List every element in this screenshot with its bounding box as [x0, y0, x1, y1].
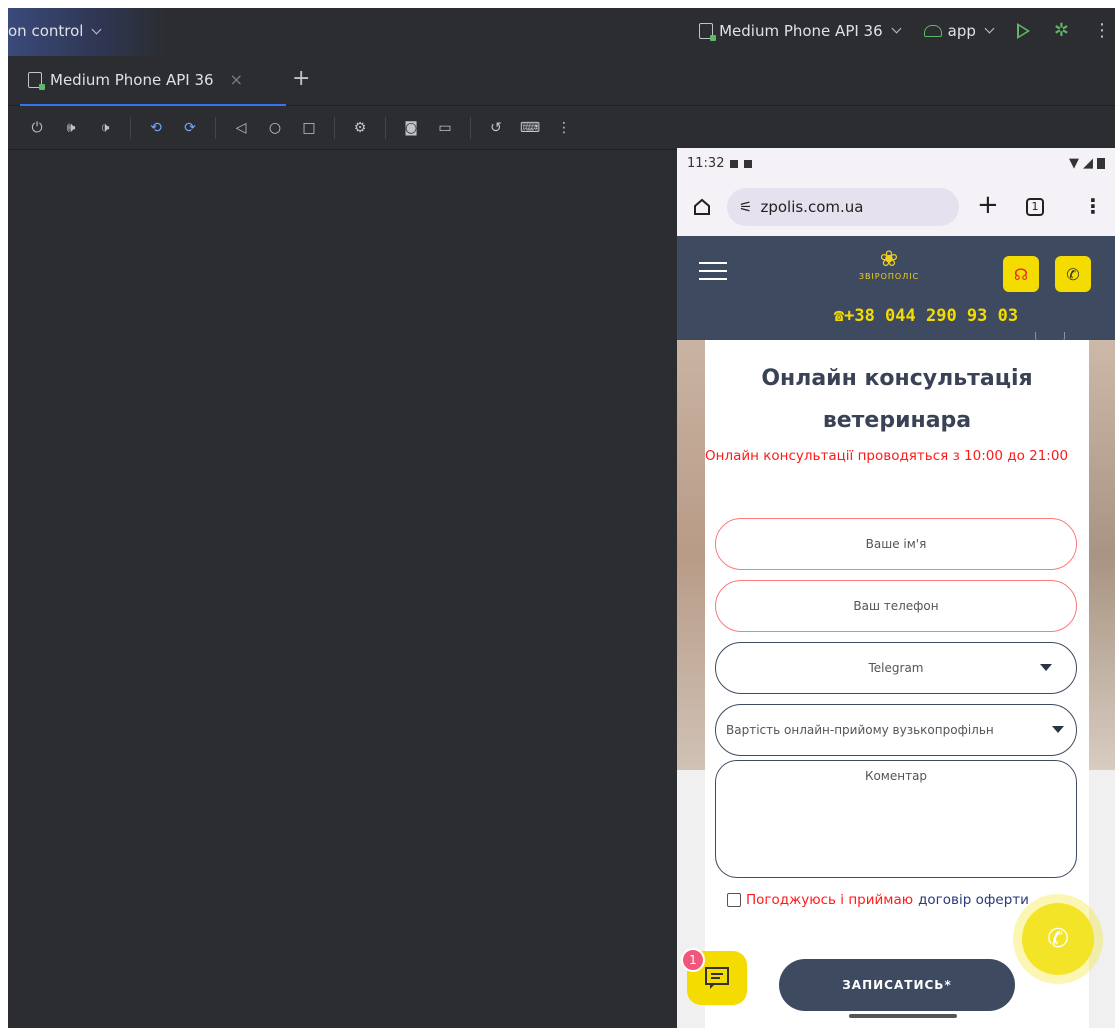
form-hours-note: Онлайн консультації проводяться з 10:00 …	[705, 448, 1069, 464]
version-control-menu[interactable]: on control	[8, 22, 102, 40]
name-input[interactable]: Ваше ім'я	[715, 518, 1077, 570]
name-placeholder: Ваше ім'я	[865, 537, 927, 551]
status-time: 11:32	[687, 156, 725, 171]
add-tab-button[interactable]: +	[292, 66, 310, 91]
home-icon[interactable]	[693, 198, 711, 216]
notification-icon	[744, 159, 753, 168]
phone-placeholder: Ваш телефон	[853, 599, 939, 613]
device-selector-label: Medium Phone API 36	[719, 21, 883, 40]
comment-textarea[interactable]: Коментар	[715, 760, 1077, 878]
chat-icon	[705, 967, 729, 989]
site-phone-number[interactable]: ☎+38 044 290 93 03	[677, 306, 1115, 326]
device-selector[interactable]: Medium Phone API 36	[699, 21, 902, 41]
toolbar-divider	[385, 116, 386, 139]
android-app-icon	[923, 24, 942, 37]
browser-toolbar: ⚟ zpolis.com.ua + 1 ⋮	[677, 180, 1115, 236]
device-settings-icon[interactable]: ⚙	[351, 119, 369, 137]
messenger-value: Telegram	[868, 661, 924, 675]
messenger-select[interactable]: Telegram	[715, 642, 1077, 694]
chevron-down-icon	[984, 23, 995, 34]
ide-titlebar: on control Medium Phone API 36 app ✲ ⋮	[8, 8, 1115, 56]
agreement-row: Погоджуюсь і приймаю договір оферти	[727, 892, 1029, 908]
emulator-toolbar: ⏻ 🕪 🕩 ⟲ ⟳ ◁ ○ □ ⚙ ◙ ▭ ↺ ⌨ ⋮	[8, 106, 1115, 150]
phone-icon: ✆	[1066, 264, 1080, 284]
volume-down-icon[interactable]: 🕩	[96, 119, 114, 137]
phone-icon: ✆	[1047, 924, 1069, 954]
offer-contract-link[interactable]: договір оферти	[918, 892, 1029, 908]
form-title: Онлайн консультація ветеринара	[705, 358, 1089, 442]
back-icon[interactable]: ◁	[232, 119, 250, 137]
call-header-button[interactable]: ✆	[1055, 256, 1091, 292]
service-select[interactable]: Вартість онлайн-прийому вузькопрофільн	[715, 704, 1077, 756]
keyboard-icon[interactable]: ⌨	[520, 119, 540, 137]
site-header: ❀ ЗВІРОПОЛІС ☊ ✆ ☎+38 044 290 93 03	[677, 236, 1115, 342]
screenrecord-icon[interactable]: ▭	[436, 119, 454, 137]
tab-label: Medium Phone API 36	[50, 70, 214, 89]
phone-input[interactable]: Ваш телефон	[715, 580, 1077, 632]
run-icon[interactable]	[1016, 22, 1030, 39]
home-icon[interactable]: ○	[266, 119, 284, 137]
paw-logo-icon: ❀	[879, 247, 899, 272]
more-icon[interactable]: ⋮	[555, 119, 573, 137]
close-icon[interactable]: ×	[230, 70, 243, 89]
background-right-lower	[1089, 770, 1115, 1028]
service-value: Вартість онлайн-прийому вузькопрофільн	[726, 723, 994, 737]
agree-checkbox[interactable]	[727, 893, 741, 907]
new-tab-button[interactable]: +	[977, 192, 999, 218]
toolbar-divider	[130, 116, 131, 139]
run-config-label: app	[947, 21, 976, 40]
site-settings-icon[interactable]: ⚟	[739, 198, 752, 216]
headset-icon: ☊	[1013, 264, 1029, 284]
power-icon[interactable]: ⏻	[28, 119, 46, 137]
debug-icon[interactable]: ✲	[1054, 20, 1069, 41]
chevron-down-icon	[891, 23, 902, 34]
dropdown-caret-icon	[1052, 726, 1064, 733]
browser-menu-icon[interactable]: ⋮	[1083, 194, 1103, 218]
dropdown-caret-icon	[1040, 664, 1052, 671]
address-bar[interactable]: ⚟ zpolis.com.ua	[727, 188, 959, 226]
android-status-bar: 11:32 ▼ ◢	[677, 148, 1115, 180]
battery-icon	[1097, 158, 1105, 169]
hamburger-menu-icon[interactable]	[699, 262, 727, 280]
version-control-label: on control	[8, 22, 84, 40]
floating-call-button[interactable]: ✆	[1022, 903, 1094, 975]
tab-switcher-button[interactable]: 1	[1026, 198, 1044, 216]
toolbar-divider	[470, 116, 471, 139]
device-screen[interactable]: 11:32 ▼ ◢ ⚟ zpolis.com.ua + 1 ⋮ ❀ ЗВІРОП…	[677, 148, 1115, 1028]
chat-unread-badge: 1	[681, 948, 705, 972]
emulator-tabbar: Medium Phone API 36 × +	[8, 56, 1115, 107]
more-icon[interactable]: ⋮	[1093, 20, 1111, 41]
emulator-window: on control Medium Phone API 36 app ✲ ⋮ M…	[8, 8, 1115, 1028]
submit-button[interactable]: ЗАПИСАТИСЬ*	[779, 959, 1015, 1011]
site-logo-text: ЗВІРОПОЛІС	[858, 272, 920, 281]
run-config-selector[interactable]: app	[923, 21, 995, 40]
support-button[interactable]: ☊	[1003, 256, 1039, 292]
tab-medium-phone[interactable]: Medium Phone API 36 ×	[28, 70, 243, 90]
snapshot-icon[interactable]: ↺	[487, 119, 505, 137]
signal-icon: ◢	[1083, 156, 1093, 171]
volume-up-icon[interactable]: 🕪	[62, 119, 80, 137]
form-title-text: Онлайн консультація ветеринара	[761, 366, 1033, 433]
overview-icon[interactable]: □	[300, 119, 318, 137]
toolbar-divider	[334, 116, 335, 139]
background-photo-left	[677, 340, 705, 770]
background-photo-right	[1089, 340, 1115, 770]
rotate-left-icon[interactable]: ⟲	[147, 119, 165, 137]
rotate-right-icon[interactable]: ⟳	[181, 119, 199, 137]
toolbar-divider	[215, 116, 216, 139]
wifi-icon: ▼	[1069, 156, 1079, 171]
sd-card-icon	[730, 159, 739, 168]
comment-placeholder: Коментар	[864, 769, 928, 783]
device-icon	[28, 71, 45, 90]
screenshot-icon[interactable]: ◙	[402, 119, 420, 137]
agree-text: Погоджуюсь і приймаю	[746, 892, 914, 908]
chevron-down-icon	[92, 24, 102, 34]
gesture-navigation-bar[interactable]	[849, 1014, 957, 1018]
site-logo[interactable]: ❀ ЗВІРОПОЛІС	[849, 248, 929, 298]
device-icon	[699, 22, 717, 41]
url-text: zpolis.com.ua	[760, 198, 864, 216]
